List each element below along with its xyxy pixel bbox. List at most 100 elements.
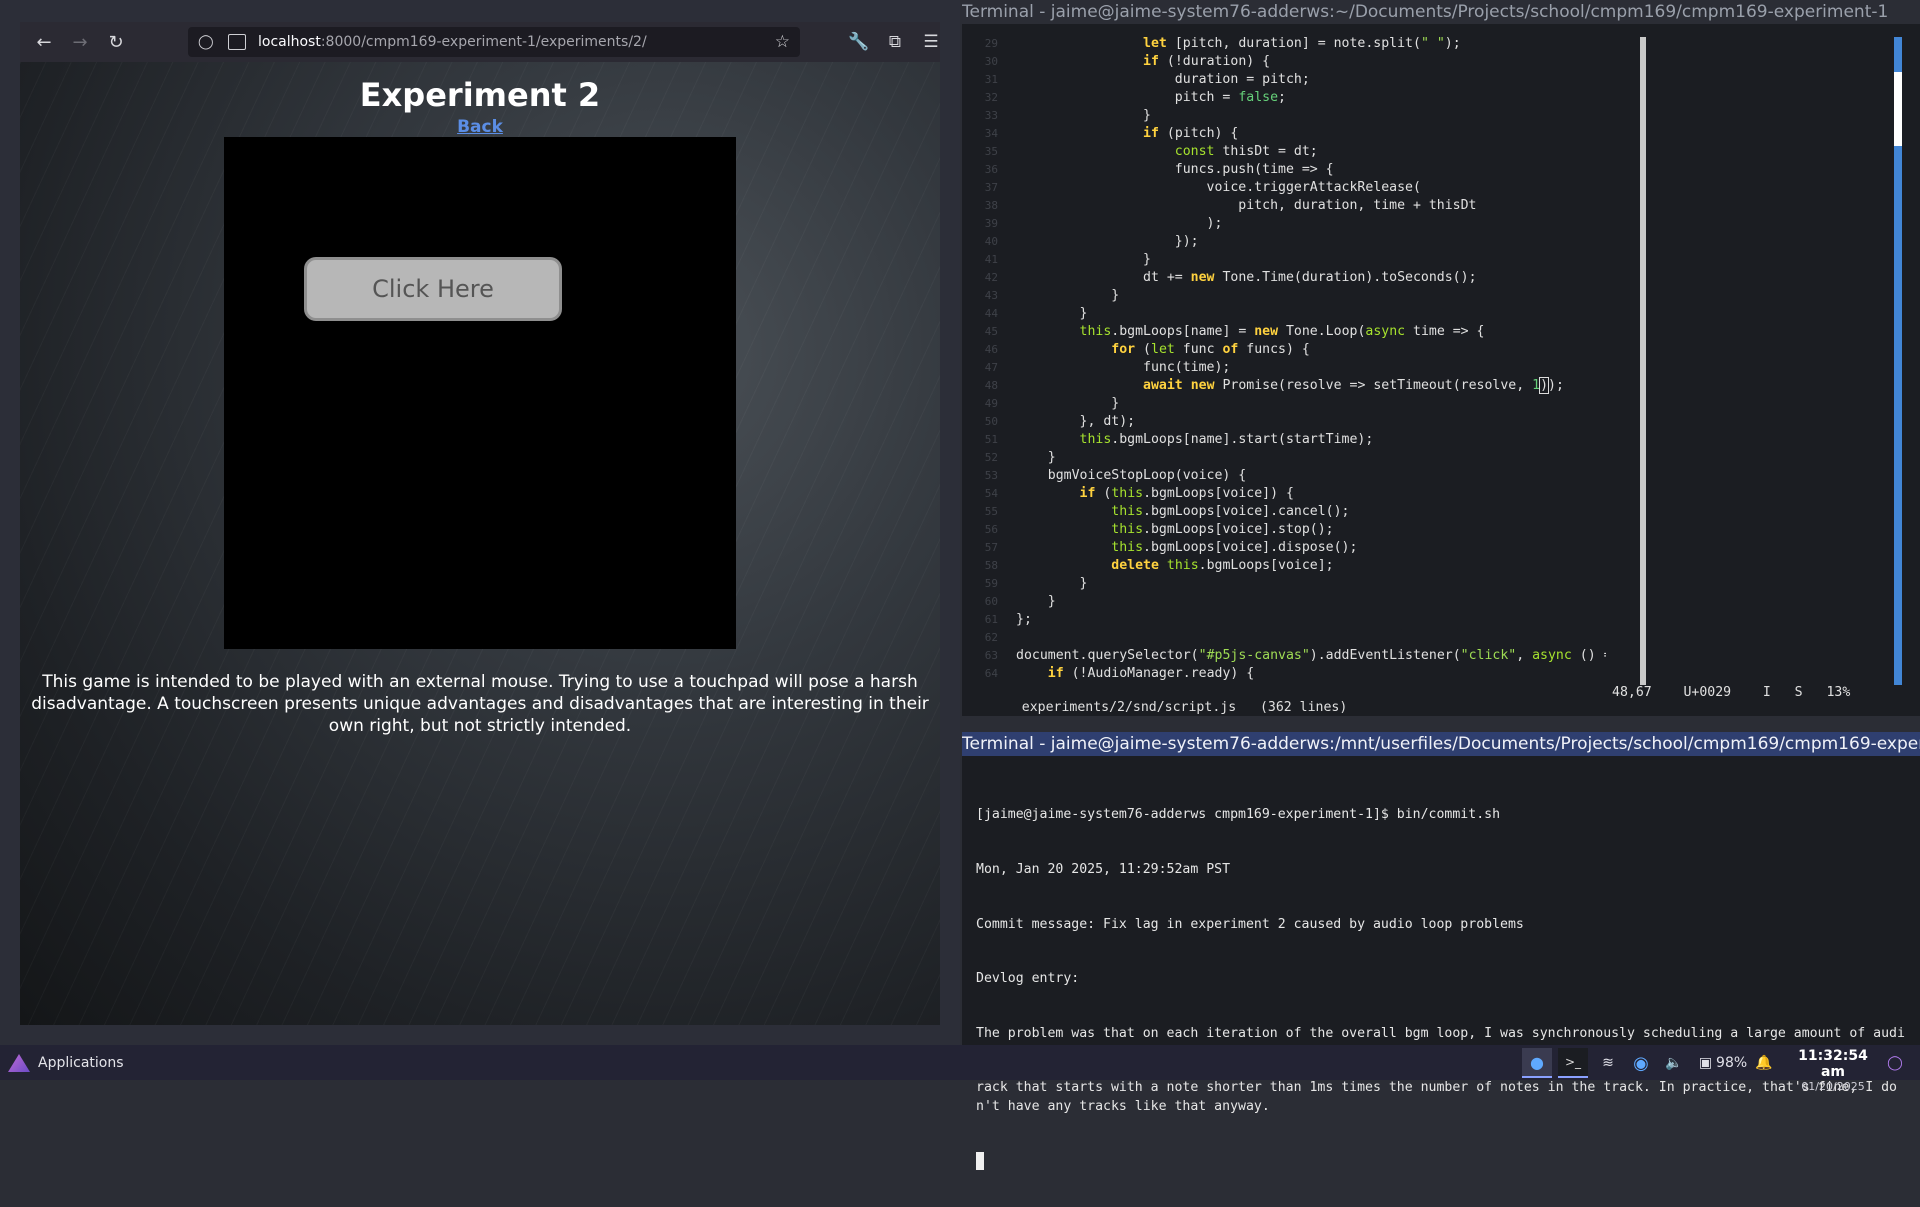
code-text: document.querySelector("#p5js-canvas").a… [1016,648,1606,663]
line-number: 53 [984,469,998,482]
code-text: await new Promise(resolve => setTimeout(… [1143,377,1564,394]
terminal-bottom-title[interactable]: Terminal - jaime@jaime-system76-adderws:… [962,732,1920,756]
terminal-shell[interactable]: [jaime@jaime-system76-adderws cmpm169-ex… [962,756,1920,1171]
code-line: 33 } [974,107,1606,125]
status-position: 48,67 [1612,685,1652,700]
updates-icon[interactable]: ◉ [1628,1050,1654,1076]
volume-icon[interactable]: 🔈 [1662,1050,1686,1076]
back-arrow-icon[interactable]: ← [26,26,62,58]
back-link-wrapper: Back [20,117,940,137]
code-text: this.bgmLoops[name].start(startTime); [1079,432,1374,447]
code-text: duration = pitch; [1016,72,1310,87]
line-number: 41 [984,253,998,266]
code-line: 37 voice.triggerAttackRelease( [974,179,1606,197]
code-line: 41 } [974,251,1606,269]
terminal-editor[interactable]: 29 let [pitch, duration] = note.split(" … [962,24,1920,716]
line-number: 42 [984,271,998,284]
url-bar[interactable]: ◯ localhost:8000/cmpm169-experiment-1/ex… [188,27,800,57]
back-link[interactable]: Back [457,117,503,137]
url-host: localhost [258,34,321,50]
reload-icon[interactable]: ↻ [98,26,134,58]
code-text: if (!AudioManager.ready) { [1047,666,1255,681]
line-number: 61 [984,613,998,626]
code-text: ); [1016,216,1223,231]
line-number: 51 [984,433,998,446]
line-number: 30 [984,55,998,68]
code-text: } [1016,252,1151,267]
code-line: 32 pitch = false; [974,89,1606,107]
code-line: 39 ); [974,215,1606,233]
line-number: 33 [984,109,998,122]
battery-indicator[interactable]: ▣ 98% [1694,1050,1752,1076]
code-text: bgmVoiceStopLoop(voice) { [1016,468,1247,483]
code-line: 61}; [974,611,1606,629]
code-text: } [1016,396,1120,411]
shell-cursor [976,1152,984,1171]
notification-bell-icon[interactable]: 🔔 [1752,1050,1776,1076]
code-line: 56 this.bgmLoops[voice].stop(); [974,521,1606,539]
code-line: 38 pitch, duration, time + thisDt [974,197,1606,215]
line-number: 39 [984,217,998,230]
line-number: 37 [984,181,998,194]
forward-arrow-icon[interactable]: → [62,26,98,58]
line-number: 43 [984,289,998,302]
editor-statusline: experiments/2/snd/script.js (362 lines) … [990,685,1910,715]
clock-date: 01/20/2025 [1801,1080,1865,1093]
browser-window: ← → ↻ ◯ localhost:8000/cmpm169-experimen… [0,0,960,1045]
applications-menu-button[interactable]: Applications [8,1051,124,1075]
terminal-task-icon[interactable]: >_ [1558,1048,1588,1078]
code-line: 43 } [974,287,1606,305]
firefox-task-icon[interactable]: ● [1522,1048,1552,1078]
line-number: 52 [984,451,998,464]
line-number: 49 [984,397,998,410]
code-line: 30 if (!duration) { [974,53,1606,71]
line-number: 40 [984,235,998,248]
code-line: 42 dt += new Tone.Time(duration).toSecon… [974,269,1606,287]
line-number: 46 [984,343,998,356]
line-number: 47 [984,361,998,374]
code-text: }; [1016,612,1032,627]
code-view[interactable]: 29 let [pitch, duration] = note.split(" … [974,35,1606,685]
code-text: let [pitch, duration] = note.split(" "); [1143,36,1461,51]
code-line: 36 funcs.push(time => { [974,161,1606,179]
shell-line: Commit message: Fix lag in experiment 2 … [976,916,1524,932]
click-here-button[interactable]: Click Here [304,257,562,321]
code-text: } [1016,450,1056,465]
code-text: funcs.push(time => { [1016,162,1334,177]
game-canvas[interactable]: Click Here [224,137,736,649]
status-lines: (362 lines) [1259,700,1348,715]
code-line: 54 if (this.bgmLoops[voice]) { [974,485,1606,503]
code-text: if (this.bgmLoops[voice]) { [1079,486,1294,501]
clock[interactable]: 11:32:54 am 01/20/2025 [1785,1048,1881,1093]
code-line: 55 this.bgmLoops[voice].cancel(); [974,503,1606,521]
code-text: } [1016,594,1056,609]
shell-output[interactable]: [jaime@jaime-system76-adderws cmpm169-ex… [976,770,1906,1207]
bookmark-star-icon[interactable]: ☆ [775,32,790,52]
code-text: }, dt); [1016,414,1136,429]
code-text: } [1016,288,1120,303]
line-number: 58 [984,559,998,572]
line-number: 34 [984,127,998,140]
scrollbar-thumb[interactable] [1894,72,1902,146]
code-line: 60 } [974,593,1606,611]
terminal-top-title[interactable]: Terminal - jaime@jaime-system76-adderws:… [962,0,1920,24]
menu-icon[interactable]: ☰ [914,26,948,58]
extensions-icon[interactable]: ⧉ [878,26,912,58]
battery-percent: 98% [1716,1055,1748,1071]
wrench-icon[interactable]: 🔧 [842,26,876,58]
code-text: this.bgmLoops[voice].dispose(); [1111,540,1358,555]
wifi-icon[interactable]: ≋ [1596,1050,1620,1076]
session-icon[interactable]: ◯ [1882,1050,1908,1076]
browser-toolbar: ← → ↻ ◯ localhost:8000/cmpm169-experimen… [20,22,940,62]
page-icon [228,34,246,50]
line-number: 55 [984,505,998,518]
code-text: pitch = false; [1016,90,1286,105]
line-number: 54 [984,487,998,500]
line-number: 36 [984,163,998,176]
shield-icon[interactable]: ◯ [198,34,220,50]
line-number: 64 [984,667,998,680]
code-line: 34 if (pitch) { [974,125,1606,143]
code-line: 47 func(time); [974,359,1606,377]
code-text: voice.triggerAttackRelease( [1016,180,1421,195]
line-number: 56 [984,523,998,536]
